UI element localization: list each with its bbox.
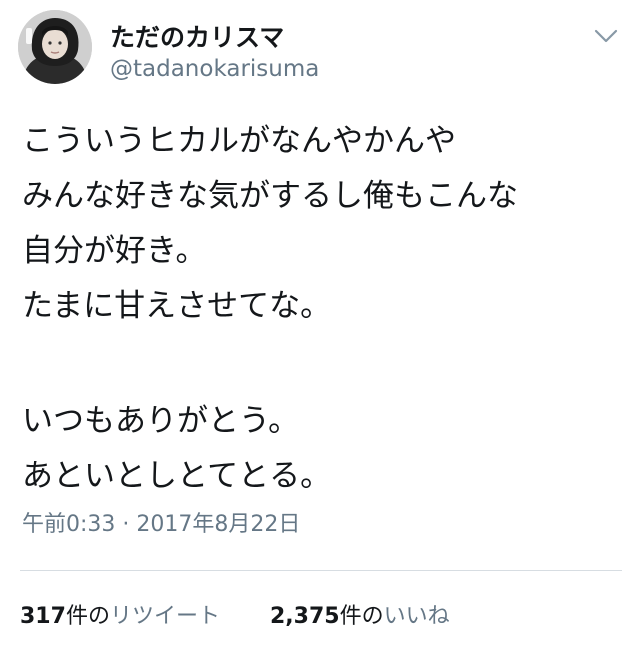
chevron-down-icon[interactable]	[590, 24, 622, 48]
tweet-text-line: 自分が好き。	[22, 233, 207, 269]
tweet-text-line: いつもありがとう。	[22, 403, 300, 439]
tweet-stats: 317件のリツイート 2,375件のいいね	[20, 598, 500, 630]
tweet-text-line: あといとしとてとる。	[22, 458, 332, 494]
tweet-text-line: こういうヒカルがなんやかんや	[22, 123, 456, 159]
retweet-label: リツイート	[109, 604, 220, 629]
like-count-link[interactable]: 2,375件のいいね	[270, 598, 450, 630]
like-count: 2,375	[269, 604, 340, 629]
display-name[interactable]: ただのカリスマ	[110, 18, 284, 54]
user-avatar-icon	[18, 10, 92, 84]
tweet-timestamp[interactable]: 午前0:33 · 2017年8月22日	[22, 506, 300, 538]
tweet-text-line: たまに甘えさせてな。	[22, 288, 332, 324]
like-unit: 件の	[339, 604, 384, 629]
retweet-unit: 件の	[65, 604, 110, 629]
tweet-header: ただのカリスマ @tadanokarisuma	[18, 10, 622, 90]
avatar[interactable]	[18, 10, 92, 84]
tweet-text-line: みんな好きな気がするし俺もこんな	[22, 178, 518, 214]
like-label: いいね	[383, 604, 450, 629]
retweet-count-link[interactable]: 317件のリツイート	[20, 598, 220, 630]
divider	[20, 570, 622, 571]
tweet-text: こういうヒカルがなんやかんや みんな好きな気がするし俺もこんな 自分が好き。 た…	[22, 114, 622, 504]
user-handle[interactable]: @tadanokarisuma	[110, 56, 319, 82]
tweet-card: ただのカリスマ @tadanokarisuma こういうヒカルがなんやかんや み…	[0, 0, 640, 647]
retweet-count: 317	[20, 604, 66, 629]
